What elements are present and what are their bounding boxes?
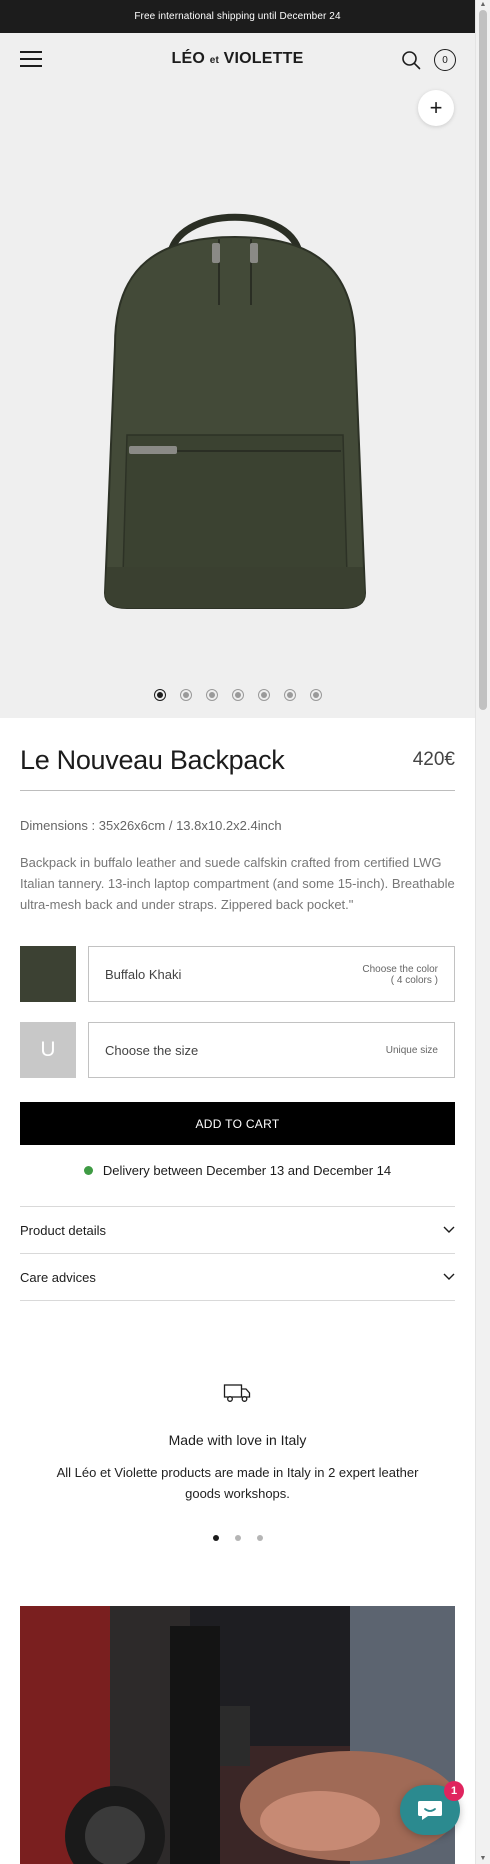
- chat-notification-badge: 1: [444, 1781, 464, 1801]
- accordion-product-details[interactable]: Product details: [20, 1206, 455, 1253]
- delivery-estimate: Delivery between December 13 and Decembe…: [0, 1163, 475, 1178]
- color-hint: Choose the color ( 4 colors ): [362, 964, 438, 986]
- product-info: Le Nouveau Backpack 420€ Dimensions : 35…: [20, 745, 455, 915]
- gallery-dot[interactable]: [309, 689, 322, 701]
- cart-count: 0: [442, 54, 448, 66]
- scrollbar-thumb[interactable]: [479, 10, 487, 710]
- size-tile[interactable]: U: [20, 1022, 76, 1078]
- chevron-down-icon: [443, 1273, 455, 1280]
- product-dimensions: Dimensions : 35x26x6cm / 13.8x10.2x2.4in…: [20, 818, 282, 833]
- product-image[interactable]: [85, 195, 385, 615]
- feature-pagination: [0, 1535, 475, 1541]
- gallery-dot[interactable]: [153, 689, 166, 701]
- color-swatch[interactable]: [20, 946, 76, 1002]
- logo-text-end: VIOLETTE: [223, 50, 304, 67]
- selected-color: Buffalo Khaki: [105, 967, 182, 982]
- gallery-dot[interactable]: [231, 689, 244, 701]
- workshop-image: [20, 1606, 455, 1864]
- logo-text-small: et: [209, 55, 219, 66]
- accordion-care-advices[interactable]: Care advices: [20, 1253, 455, 1300]
- size-selector[interactable]: U Choose the size Unique size: [20, 1022, 455, 1078]
- logo-text-main: LÉO: [171, 50, 206, 67]
- cart-button[interactable]: 0: [434, 49, 456, 71]
- color-select-field[interactable]: Buffalo Khaki Choose the color ( 4 color…: [88, 946, 455, 1002]
- size-hint: Unique size: [385, 1045, 438, 1056]
- chevron-down-icon: [443, 1226, 455, 1233]
- gallery-dot[interactable]: [283, 689, 296, 701]
- color-count: ( 4 colors ): [390, 975, 438, 986]
- announcement-text: Free international shipping until Decemb…: [134, 11, 341, 22]
- feature-dot[interactable]: [234, 1535, 241, 1541]
- accordion-label: Product details: [20, 1222, 106, 1238]
- product-price: 420€: [412, 749, 455, 770]
- divider: [20, 790, 455, 791]
- product-title: Le Nouveau Backpack: [20, 745, 285, 775]
- color-selector[interactable]: Buffalo Khaki Choose the color ( 4 color…: [20, 946, 455, 1002]
- feature-title: Made with love in Italy: [168, 1432, 307, 1448]
- size-select-field[interactable]: Choose the size Unique size: [88, 1022, 455, 1078]
- announcement-bar: Free international shipping until Decemb…: [0, 0, 475, 33]
- plus-icon: +: [429, 95, 443, 120]
- site-header: LÉO et VIOLETTE 0: [0, 33, 475, 87]
- color-hint-line1: Choose the color: [362, 964, 438, 975]
- feature-dot[interactable]: [256, 1535, 263, 1541]
- scroll-up-arrow-icon[interactable]: ▲: [479, 1, 487, 9]
- zoom-button[interactable]: +: [418, 90, 454, 126]
- add-to-cart-button[interactable]: ADD TO CART: [20, 1102, 455, 1145]
- accordion-label: Care advices: [20, 1269, 96, 1285]
- gallery-pagination: [0, 689, 475, 701]
- chat-bubble-icon: [418, 1801, 442, 1820]
- workshop-video[interactable]: [20, 1606, 455, 1864]
- delivery-status-dot-icon: [83, 1166, 93, 1175]
- size-placeholder: Choose the size: [105, 1043, 199, 1058]
- product-description: Backpack in buffalo leather and suede ca…: [20, 855, 455, 912]
- delivery-text: Delivery between December 13 and Decembe…: [102, 1163, 392, 1178]
- delivery-truck-icon: [223, 1384, 251, 1402]
- gallery-dot[interactable]: [257, 689, 270, 701]
- scroll-down-arrow-icon[interactable]: ▼: [479, 1855, 487, 1863]
- divider: [20, 1300, 455, 1301]
- gallery-dot[interactable]: [179, 689, 192, 701]
- page-scrollbar[interactable]: ▲ ▼: [475, 0, 490, 1864]
- gallery-dot[interactable]: [205, 689, 218, 701]
- product-gallery[interactable]: +: [0, 87, 475, 718]
- search-icon[interactable]: [401, 50, 421, 70]
- feature-dot[interactable]: [212, 1535, 219, 1541]
- feature-text: All Léo et Violette products are made in…: [56, 1465, 419, 1501]
